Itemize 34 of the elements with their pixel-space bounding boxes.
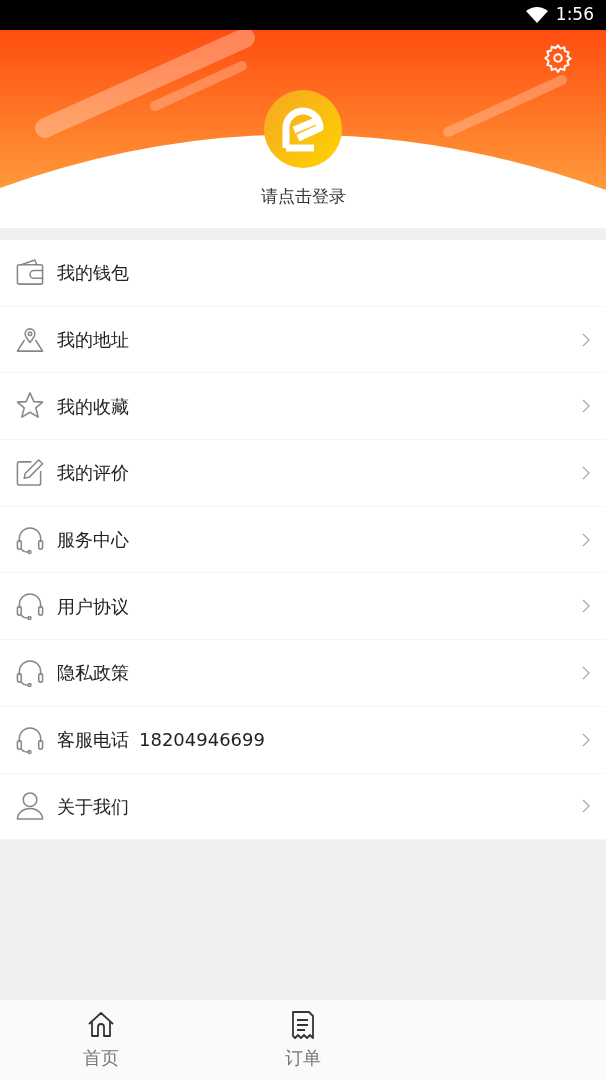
menu-label: 服务中心 xyxy=(57,528,129,553)
tab[interactable]: 订单 xyxy=(202,1000,404,1080)
menu-item[interactable]: 我的地址 xyxy=(0,306,606,374)
menu-item[interactable]: 我的钱包 xyxy=(0,240,606,307)
headset-icon xyxy=(15,591,45,622)
person-icon xyxy=(15,791,45,822)
menu-item[interactable]: 关于我们 xyxy=(0,773,606,841)
home-icon xyxy=(86,1009,116,1040)
menu-item[interactable]: 我的评价 xyxy=(0,440,606,507)
menu-item[interactable]: 服务中心 xyxy=(0,506,606,574)
menu-item[interactable]: 隐私政策 xyxy=(0,640,606,707)
settings-icon[interactable] xyxy=(543,43,573,73)
menu-label: 我的地址 xyxy=(57,328,129,353)
wifi-icon xyxy=(525,7,548,23)
edit-icon xyxy=(15,457,45,488)
menu-item[interactable]: 用户协议 xyxy=(0,573,606,641)
headset-icon xyxy=(15,524,45,555)
menu-label: 关于我们 xyxy=(57,794,129,819)
menu-item[interactable]: 客服电话 18204946699 xyxy=(0,706,606,774)
menu-label: 用户协议 xyxy=(57,594,129,619)
headset-icon xyxy=(15,724,45,755)
menu-label: 我的钱包 xyxy=(57,261,129,286)
wallet-icon xyxy=(15,257,45,288)
menu-label: 我的评价 xyxy=(57,461,129,486)
menu-label: 我的收藏 xyxy=(57,394,129,419)
menu-label: 隐私政策 xyxy=(57,661,129,686)
phone-number: 18204946699 xyxy=(139,728,265,753)
login-prompt[interactable]: 请点击登录 xyxy=(260,184,346,210)
headset-icon xyxy=(15,657,45,688)
app-logo[interactable] xyxy=(264,90,342,168)
menu-label: 客服电话 xyxy=(57,728,129,753)
tab[interactable]: 首页 xyxy=(0,1000,202,1080)
clock: 1:56 xyxy=(555,3,594,27)
menu-item[interactable]: 我的收藏 xyxy=(0,373,606,441)
